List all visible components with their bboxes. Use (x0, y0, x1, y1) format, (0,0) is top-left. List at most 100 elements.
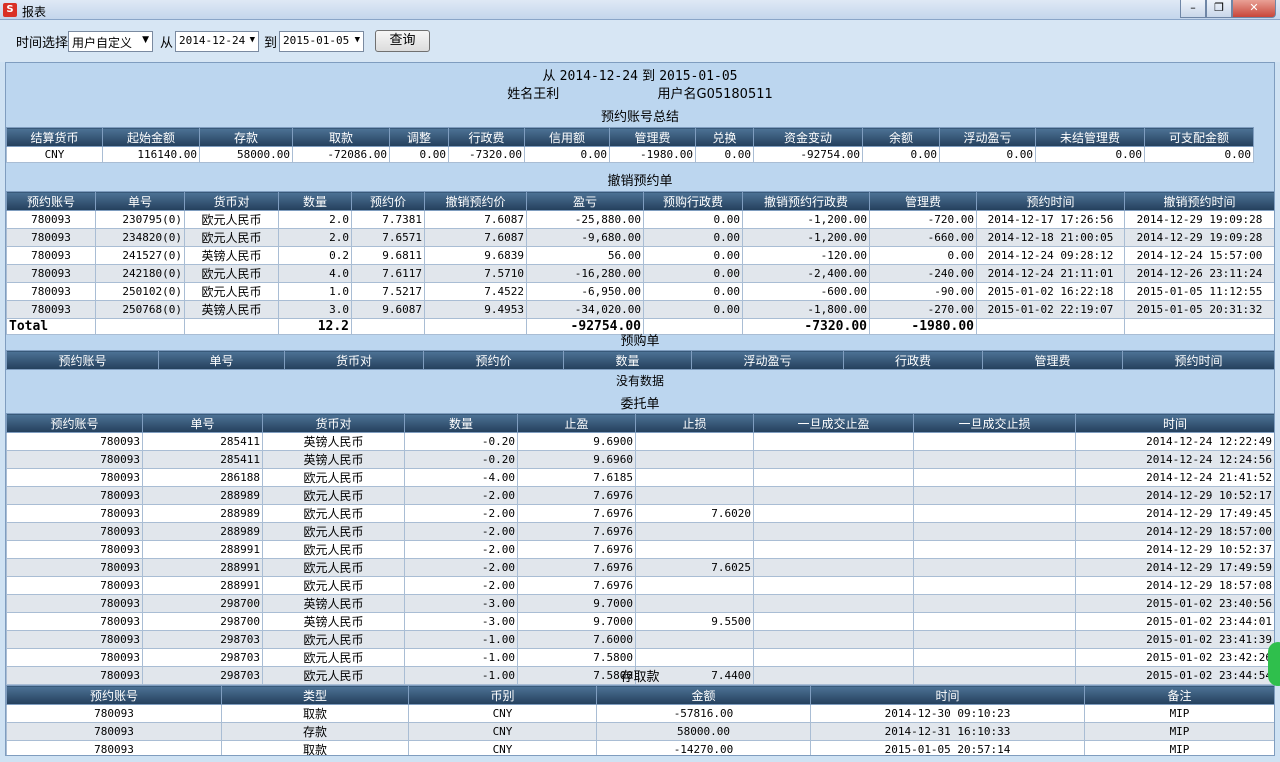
column-header[interactable]: 单号 (158, 350, 285, 370)
column-header[interactable]: 一旦成交止盈 (753, 413, 914, 433)
column-header[interactable]: 撤销预约行政费 (742, 191, 870, 211)
table-row[interactable]: 780093 234820(0) 欧元人民币 2.0 7.6571 7.6087 -9,68… (6, 228, 1274, 247)
table-row[interactable]: 780093 298700 英镑人民币 -3.00 9.7000 2015-01-02 2… (6, 594, 1274, 613)
table-cell: 2015-01-02 23:42:26 (1075, 648, 1274, 667)
restore-icon[interactable]: ❐ (1206, 0, 1232, 18)
floating-widget-icon[interactable] (1268, 642, 1280, 686)
column-header[interactable]: 浮动盈亏 (939, 127, 1036, 147)
time-mode-select[interactable]: 用户自定义 ▼ (68, 31, 153, 52)
table-row[interactable]: 780093 288991 欧元人民币 -2.00 7.6976 2014-12-29 1… (6, 540, 1274, 559)
column-header[interactable]: 止盈 (517, 413, 636, 433)
column-header[interactable]: 单号 (142, 413, 263, 433)
column-header[interactable]: 备注 (1084, 685, 1274, 705)
to-date-picker[interactable]: 2015-01-05 ▼ (279, 31, 364, 52)
column-header[interactable]: 取款 (292, 127, 390, 147)
table-row[interactable]: 780093 242180(0) 欧元人民币 4.0 7.6117 7.5710 -16,2… (6, 264, 1274, 283)
table-cell: 7.6976 (517, 486, 636, 505)
table-row[interactable]: 780093 298703 欧元人民币 -1.00 7.6000 2015-01-02 2… (6, 630, 1274, 649)
table-row[interactable]: CNY 116140.00 58000.00 -72086.00 0.00 -7320.0… (6, 146, 1254, 163)
table-cell: 2014-12-18 21:00:05 (976, 228, 1125, 247)
table-cell (913, 450, 1076, 469)
table-row[interactable]: 780093 取款 CNY -57816.00 2014-12-30 09:10:23 M… (6, 704, 1274, 723)
table-row[interactable]: 780093 288989 欧元人民币 -2.00 7.6976 7.6020 2014-1… (6, 504, 1274, 523)
column-header[interactable]: 盈亏 (526, 191, 644, 211)
column-header[interactable]: 一旦成交止损 (913, 413, 1076, 433)
table-cell: 2014-12-29 10:52:17 (1075, 486, 1274, 505)
column-header[interactable]: 预约账号 (6, 350, 159, 370)
table-row[interactable]: 780093 241527(0) 英镑人民币 0.2 9.6811 9.6839 56.00… (6, 246, 1274, 265)
column-header[interactable]: 浮动盈亏 (691, 350, 844, 370)
column-header[interactable]: 货币对 (262, 413, 405, 433)
column-header[interactable]: 撤销预约时间 (1124, 191, 1274, 211)
table-cell: 2014-12-29 18:57:00 (1075, 522, 1274, 541)
column-header[interactable]: 币别 (408, 685, 597, 705)
table-row[interactable]: 780093 285411 英镑人民币 -0.20 9.6900 2014-12-24 1… (6, 432, 1274, 451)
column-header[interactable]: 起始金额 (102, 127, 200, 147)
column-header[interactable]: 预约账号 (6, 413, 143, 433)
column-header[interactable]: 信用额 (524, 127, 610, 147)
table-row[interactable]: 780093 230795(0) 欧元人民币 2.0 7.7381 7.6087 -25,8… (6, 210, 1274, 229)
table-row[interactable]: 780093 298703 欧元人民币 -1.00 7.5800 2015-01-02 2… (6, 648, 1274, 667)
column-header[interactable]: 撤销预约价 (424, 191, 527, 211)
table-cell: 欧元人民币 (262, 576, 405, 595)
table-row[interactable]: 780093 存款 CNY 58000.00 2014-12-31 16:10:33 MI… (6, 722, 1274, 741)
close-icon[interactable]: ✕ (1232, 0, 1276, 18)
table-row[interactable]: 780093 286188 欧元人民币 -4.00 7.6185 2014-12-24 2… (6, 468, 1274, 487)
table-cell: -270.00 (869, 300, 977, 319)
column-header[interactable]: 预约价 (423, 350, 564, 370)
table-header-row: 预约账号 单号 货币对 数量 预约价 撤销预约价 盈亏 预购行政费 撤销预约行政费 管理费 预约时间… (6, 191, 1274, 211)
column-header[interactable]: 行政费 (843, 350, 983, 370)
table-cell: 欧元人民币 (184, 264, 279, 283)
column-header[interactable]: 数量 (404, 413, 518, 433)
table-row[interactable]: 780093 288989 欧元人民币 -2.00 7.6976 2014-12-29 1… (6, 486, 1274, 505)
table-row[interactable]: 780093 250102(0) 欧元人民币 1.0 7.5217 7.4522 -6,95… (6, 282, 1274, 301)
table-row[interactable]: 780093 288991 欧元人民币 -2.00 7.6976 7.6025 2014-1… (6, 558, 1274, 577)
table-cell: 0.00 (643, 300, 743, 319)
column-header[interactable]: 预约时间 (976, 191, 1125, 211)
table-cell (753, 558, 914, 577)
table-cell: 9.6900 (517, 432, 636, 451)
column-header[interactable]: 兑换 (695, 127, 754, 147)
column-header[interactable]: 可支配金额 (1144, 127, 1254, 147)
table-row[interactable]: 780093 取款 CNY -14270.00 2015-01-05 20:57:14 M… (6, 740, 1274, 755)
column-header[interactable]: 资金变动 (753, 127, 863, 147)
table-row[interactable]: 780093 288989 欧元人民币 -2.00 7.6976 2014-12-29 1… (6, 522, 1274, 541)
column-header[interactable]: 行政费 (448, 127, 525, 147)
column-header[interactable]: 单号 (95, 191, 185, 211)
column-header[interactable]: 余额 (862, 127, 940, 147)
table-cell: MIP (1084, 722, 1274, 741)
table-row[interactable]: 780093 285411 英镑人民币 -0.20 9.6960 2014-12-24 1… (6, 450, 1274, 469)
table-row[interactable]: 780093 298700 英镑人民币 -3.00 9.7000 9.5500 2015-0… (6, 612, 1274, 631)
table-row[interactable]: 780093 288991 欧元人民币 -2.00 7.6976 2014-12-29 1… (6, 576, 1274, 595)
column-header[interactable]: 货币对 (184, 191, 279, 211)
column-header[interactable]: 预约账号 (6, 191, 96, 211)
column-header[interactable]: 数量 (278, 191, 352, 211)
table-cell: -660.00 (869, 228, 977, 247)
from-date-picker[interactable]: 2014-12-24 ▼ (175, 31, 259, 52)
table-cell: 780093 (6, 722, 222, 741)
column-header[interactable]: 管理费 (609, 127, 696, 147)
column-header[interactable]: 类型 (221, 685, 409, 705)
column-header[interactable]: 结算货币 (6, 127, 103, 147)
column-header[interactable]: 金额 (596, 685, 811, 705)
column-header[interactable]: 管理费 (982, 350, 1123, 370)
column-header[interactable]: 未结管理费 (1035, 127, 1145, 147)
column-header[interactable]: 时间 (810, 685, 1085, 705)
column-header[interactable]: 数量 (563, 350, 692, 370)
minimize-icon[interactable]: – (1180, 0, 1206, 18)
column-header[interactable]: 预约时间 (1122, 350, 1274, 370)
column-header[interactable]: 管理费 (869, 191, 977, 211)
table-cell: 288989 (142, 522, 263, 541)
column-header[interactable]: 调整 (389, 127, 449, 147)
report-panel[interactable]: 从 2014-12-24 到 2015-01-05 姓名王利 用户名G05180… (5, 62, 1275, 756)
query-button[interactable]: 查询 (375, 30, 430, 52)
column-header[interactable]: 预约账号 (6, 685, 222, 705)
presale-table: 预约账号 单号 货币对 预约价 数量 浮动盈亏 行政费 管理费 预约时间 (6, 350, 1274, 370)
table-row[interactable]: 780093 250768(0) 英镑人民币 3.0 9.6087 9.4953 -34,0… (6, 300, 1274, 319)
column-header[interactable]: 时间 (1075, 413, 1274, 433)
column-header[interactable]: 预购行政费 (643, 191, 743, 211)
column-header[interactable]: 存款 (199, 127, 293, 147)
column-header[interactable]: 预约价 (351, 191, 425, 211)
column-header[interactable]: 止损 (635, 413, 754, 433)
column-header[interactable]: 货币对 (284, 350, 424, 370)
